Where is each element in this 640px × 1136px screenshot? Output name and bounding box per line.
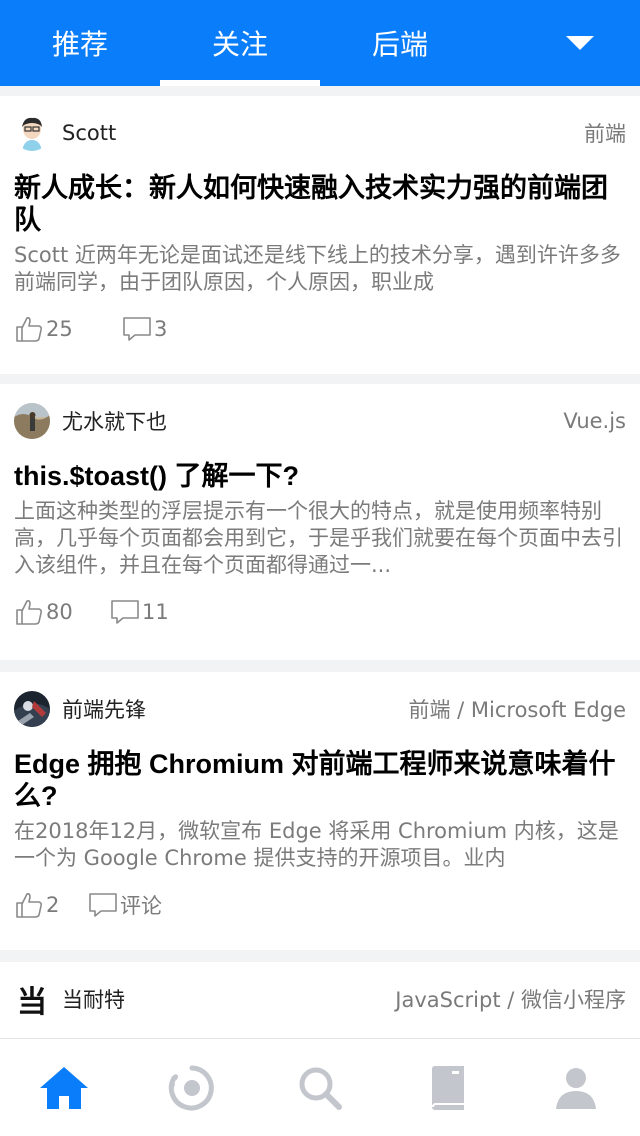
article-actions: 2 评论 (14, 872, 626, 938)
nav-search[interactable] (256, 1039, 384, 1136)
article-excerpt: 上面这种类型的浮层提示有一个很大的特点，就是使用频率特别高，几乎每个页面都会用到… (14, 499, 623, 577)
author-name[interactable]: 当耐特 (62, 984, 125, 1014)
comment-button[interactable]: 11 (110, 597, 169, 627)
article-title[interactable]: this.$toast() 了解一下? (14, 460, 626, 492)
author-avatar[interactable] (14, 115, 50, 151)
article-header: 当 当耐特 JavaScript / 微信小程序 (14, 962, 626, 1036)
article-title[interactable]: Edge 拥抱 Chromium 对前端工程师来说意味着什么? (14, 748, 626, 812)
bottom-navigation (0, 1038, 640, 1136)
caret-down-icon (566, 36, 594, 50)
nav-home[interactable] (0, 1039, 128, 1136)
comment-button[interactable]: 3 (122, 314, 167, 344)
comment-count: 3 (154, 317, 168, 341)
user-icon (556, 1068, 596, 1109)
author-name[interactable]: 前端先锋 (62, 694, 146, 724)
article-excerpt: 在2018年12月，微软宣布 Edge 将采用 Chromium 内核，这是一个… (14, 819, 619, 870)
article-actions: 80 11 (14, 579, 626, 645)
article-actions: 25 3 (14, 296, 626, 362)
article-tags[interactable]: 前端 / Microsoft Edge (408, 694, 626, 724)
comment-label: 评论 (120, 894, 162, 918)
thumbs-up-icon (16, 600, 43, 625)
author-avatar[interactable] (14, 403, 50, 439)
article-header: 前端先锋 前端 / Microsoft Edge (14, 672, 626, 746)
tab-backend[interactable]: 后端 (320, 0, 480, 86)
nav-profile[interactable] (512, 1039, 640, 1136)
tab-label: 关注 (211, 28, 268, 61)
article-card[interactable]: Scott 前端 新人成长：新人如何快速融入技术实力强的前端团队 Scott 近… (0, 96, 640, 374)
book-icon (432, 1066, 464, 1110)
nav-books[interactable] (384, 1039, 512, 1136)
like-button[interactable]: 2 (14, 890, 88, 920)
search-icon (299, 1067, 342, 1110)
article-feed[interactable]: Scott 前端 新人成长：新人如何快速融入技术实力强的前端团队 Scott 近… (0, 86, 640, 1038)
top-tab-bar: 推荐 关注 后端 (0, 0, 640, 86)
article-card[interactable]: 前端先锋 前端 / Microsoft Edge Edge 拥抱 Chromiu… (0, 672, 640, 950)
home-icon (40, 1067, 88, 1109)
comment-icon (111, 600, 139, 624)
comment-button[interactable]: 评论 (88, 890, 162, 920)
like-count: 25 (46, 317, 73, 341)
author-name[interactable]: 尤水就下也 (62, 406, 167, 436)
author-name[interactable]: Scott (62, 121, 116, 145)
more-tabs-button[interactable] (480, 0, 640, 86)
tab-label: 后端 (371, 28, 428, 61)
tab-following[interactable]: 关注 (160, 0, 320, 86)
article-tags[interactable]: 前端 (584, 118, 626, 148)
like-count: 2 (46, 893, 60, 917)
tab-label: 推荐 (51, 28, 108, 61)
like-button[interactable]: 80 (14, 597, 110, 627)
tab-recommended[interactable]: 推荐 (0, 0, 160, 86)
author-avatar[interactable] (14, 691, 50, 727)
article-excerpt: Scott 近两年无论是面试还是线下线上的技术分享，遇到许许多多前端同学，由于团… (14, 243, 621, 294)
activity-ring-icon (168, 1065, 214, 1111)
article-tags[interactable]: JavaScript / 微信小程序 (395, 984, 626, 1014)
article-card[interactable]: 当 当耐特 JavaScript / 微信小程序 (0, 962, 640, 1038)
like-count: 80 (46, 600, 73, 624)
article-header: Scott 前端 (14, 96, 626, 170)
comment-icon (89, 893, 117, 917)
comment-count: 11 (142, 600, 169, 624)
article-card[interactable]: 尤水就下也 Vue.js this.$toast() 了解一下? 上面这种类型的… (0, 384, 640, 660)
thumbs-up-icon (16, 893, 43, 918)
like-button[interactable]: 25 (14, 314, 122, 344)
article-header: 尤水就下也 Vue.js (14, 384, 626, 458)
article-title[interactable]: 新人成长：新人如何快速融入技术实力强的前端团队 (14, 172, 626, 236)
author-avatar[interactable]: 当 (14, 981, 50, 1017)
comment-icon (123, 317, 151, 341)
article-tags[interactable]: Vue.js (563, 409, 626, 433)
thumbs-up-icon (16, 317, 43, 342)
nav-activity[interactable] (128, 1039, 256, 1136)
